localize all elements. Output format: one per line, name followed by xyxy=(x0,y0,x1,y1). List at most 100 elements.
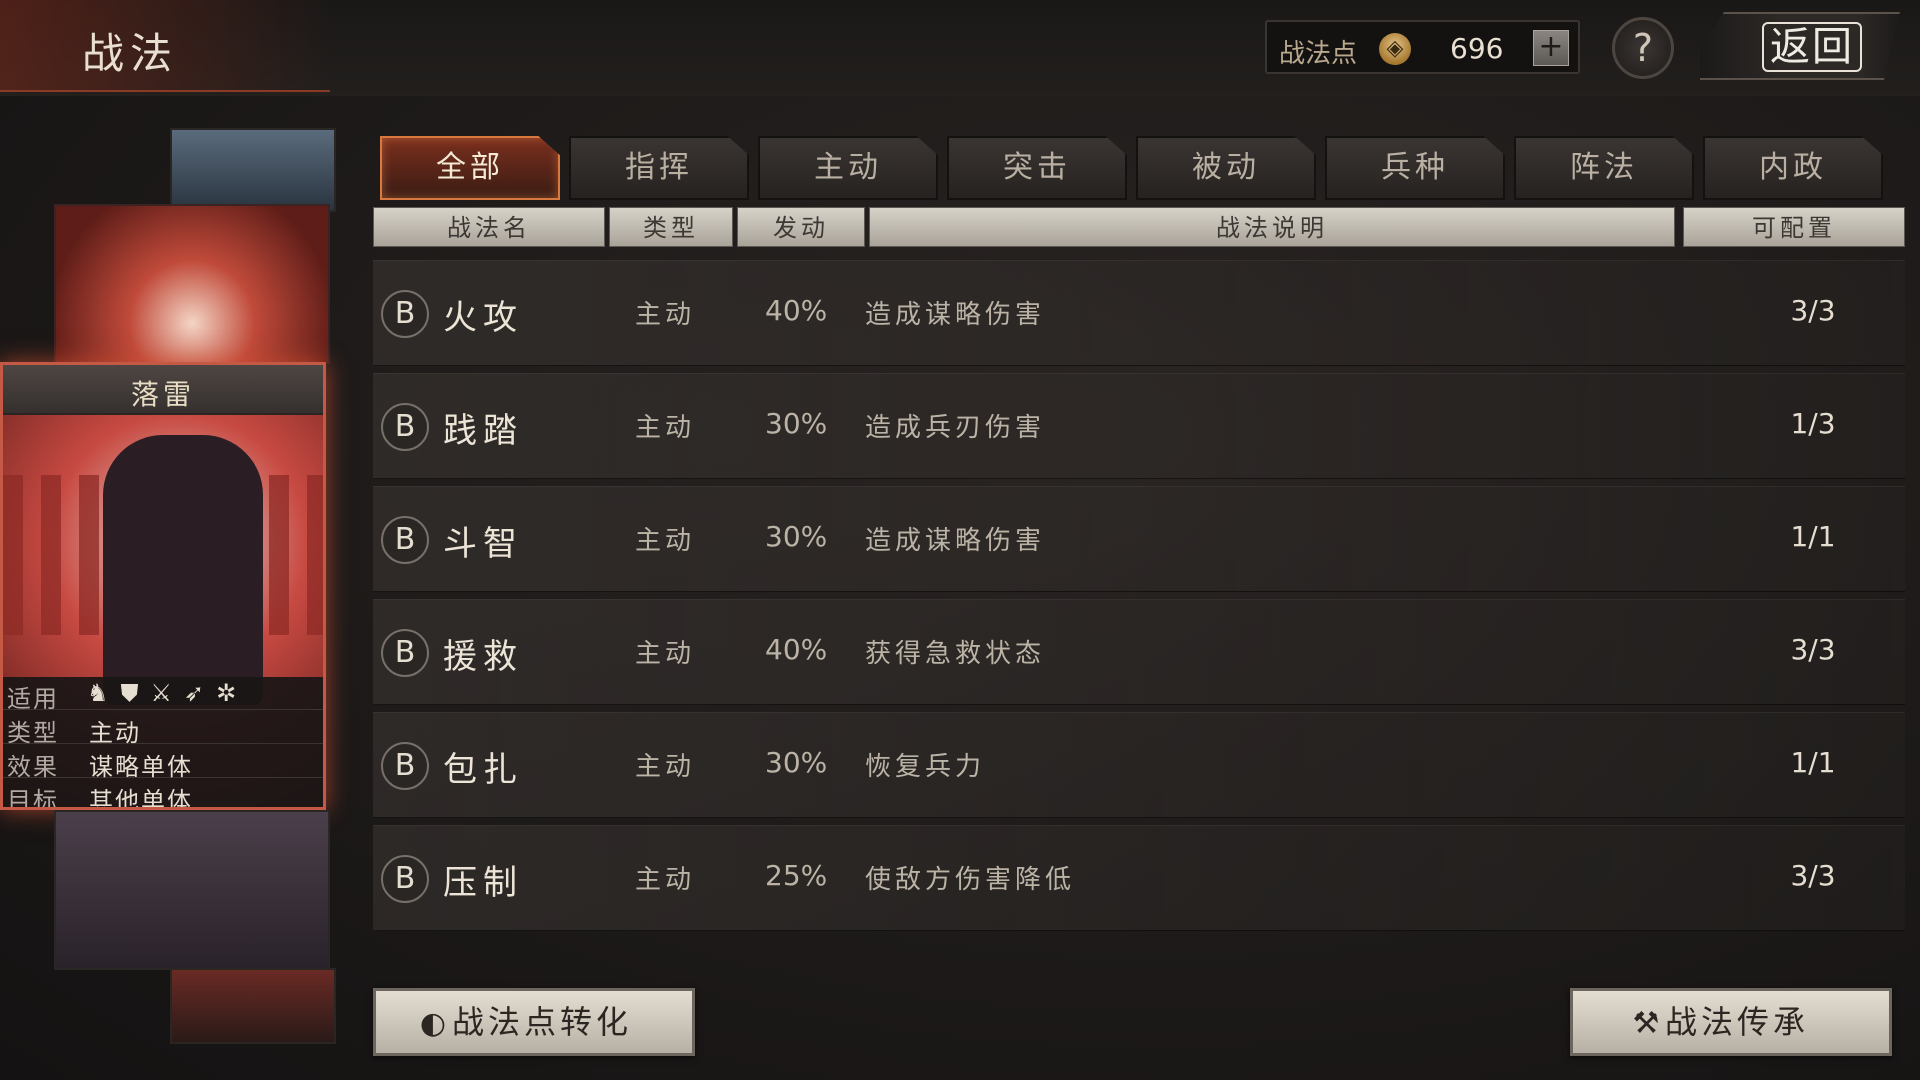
wheel-icon: ✲ xyxy=(216,679,249,707)
card-key: 效果 xyxy=(7,753,59,781)
tab-active[interactable]: 主动 xyxy=(758,136,938,200)
card-key: 适用 xyxy=(7,685,59,713)
grade-badge: B xyxy=(381,516,429,564)
tab-internal[interactable]: 内政 xyxy=(1703,136,1883,200)
category-tabs: 全部 指挥 主动 突击 被动 兵种 阵法 内政 xyxy=(380,136,1885,202)
convert-points-label: 战法点转化 xyxy=(452,1003,633,1041)
col-trigger[interactable]: 发动 xyxy=(737,207,865,247)
card-value: 谋略单体 xyxy=(89,753,193,781)
back-button[interactable]: 返回 xyxy=(1700,12,1900,80)
skill-rate: 30% xyxy=(765,520,828,553)
skill-description: 造成谋略伤害 xyxy=(865,526,1046,556)
card-info-panel: 适用 ♞⛊⚔➶✲ 类型 主动 效果 谋略单体 目标 其他单体 xyxy=(3,677,323,810)
convert-points-button[interactable]: ◐战法点转化 xyxy=(373,988,695,1056)
help-button[interactable]: ? xyxy=(1612,17,1674,79)
flame-coin-icon: ◐ xyxy=(419,1006,451,1041)
col-configurable[interactable]: 可配置 xyxy=(1683,207,1905,247)
tab-passive[interactable]: 被动 xyxy=(1136,136,1316,200)
skill-type: 主动 xyxy=(635,752,696,782)
card-key: 目标 xyxy=(7,787,59,810)
skill-name: 包扎 xyxy=(443,750,523,790)
col-skill-name[interactable]: 战法名 xyxy=(373,207,605,247)
shield-icon: ⛊ xyxy=(120,679,151,707)
skill-type: 主动 xyxy=(635,865,696,895)
skill-count: 1/3 xyxy=(1790,407,1836,440)
skill-count: 1/1 xyxy=(1790,520,1836,553)
skill-name: 斗智 xyxy=(443,524,523,564)
card-row-type: 类型 主动 xyxy=(3,711,323,747)
card-skill-name: 落雷 xyxy=(130,378,195,411)
skill-points-value: 696 xyxy=(1450,32,1504,65)
skill-count: 3/3 xyxy=(1790,294,1836,327)
col-description: 战法说明 xyxy=(869,207,1675,247)
skill-type: 主动 xyxy=(635,300,696,330)
skill-count: 1/1 xyxy=(1790,746,1836,779)
inherit-skill-label: 战法传承 xyxy=(1665,1003,1810,1041)
flame-coin-icon: ◈ xyxy=(1379,33,1411,65)
card-row-applicable: 适用 ♞⛊⚔➶✲ xyxy=(3,677,323,713)
grade-badge: B xyxy=(381,742,429,790)
skill-row[interactable]: B 火攻 主动 40% 造成谋略伤害 3/3 xyxy=(373,260,1905,366)
grade-badge: B xyxy=(381,629,429,677)
card-value: 主动 xyxy=(89,719,141,747)
skill-name: 火攻 xyxy=(443,298,523,338)
skill-rate: 40% xyxy=(765,633,828,666)
skill-type: 主动 xyxy=(635,526,696,556)
tab-command[interactable]: 指挥 xyxy=(569,136,749,200)
skill-card-prev-2[interactable] xyxy=(170,128,336,212)
back-label: 返回 xyxy=(1762,22,1862,72)
tab-formation[interactable]: 阵法 xyxy=(1514,136,1694,200)
column-header: 战法名 类型 发动 战法说明 可配置 xyxy=(373,207,1905,247)
tab-troop[interactable]: 兵种 xyxy=(1325,136,1505,200)
card-art-figure xyxy=(103,435,263,705)
skill-description: 恢复兵力 xyxy=(865,752,986,782)
top-bar: 战法 战法点 ◈ 696 + ? 返回 xyxy=(0,0,1920,96)
skill-points-box: 战法点 ◈ 696 + xyxy=(1265,20,1580,74)
skill-rate: 40% xyxy=(765,294,828,327)
add-points-button[interactable]: + xyxy=(1533,30,1569,66)
skill-rate: 30% xyxy=(765,407,828,440)
grade-badge: B xyxy=(381,403,429,451)
inherit-skill-button[interactable]: ⚒战法传承 xyxy=(1570,988,1892,1056)
grade-badge: B xyxy=(381,855,429,903)
title-plate: 战法 xyxy=(0,0,330,92)
skill-count: 3/3 xyxy=(1790,859,1836,892)
skill-card-next-2[interactable] xyxy=(170,968,336,1044)
skill-description: 造成谋略伤害 xyxy=(865,300,1046,330)
skill-row[interactable]: B 压制 主动 25% 使敌方伤害降低 3/3 xyxy=(373,825,1905,931)
skill-description: 获得急救状态 xyxy=(865,639,1046,669)
skill-row[interactable]: B 斗智 主动 30% 造成谋略伤害 1/1 xyxy=(373,486,1905,592)
skill-type: 主动 xyxy=(635,413,696,443)
skill-card-prev-1[interactable] xyxy=(54,204,330,364)
page-title: 战法 xyxy=(82,29,179,78)
col-type[interactable]: 类型 xyxy=(609,207,733,247)
skill-name: 压制 xyxy=(443,863,523,903)
skill-count: 3/3 xyxy=(1790,633,1836,666)
card-row-target: 目标 其他单体 xyxy=(3,779,323,810)
grade-badge: B xyxy=(381,290,429,338)
tab-assault[interactable]: 突击 xyxy=(947,136,1127,200)
troop-type-icons: ♞⛊⚔➶✲ xyxy=(87,679,248,707)
skill-row[interactable]: B 践踏 主动 30% 造成兵刃伤害 1/3 xyxy=(373,373,1905,479)
skill-row[interactable]: B 包扎 主动 30% 恢复兵力 1/1 xyxy=(373,712,1905,818)
skill-rate: 25% xyxy=(765,859,828,892)
skill-list: B 火攻 主动 40% 造成谋略伤害 3/3 B 践踏 主动 30% 造成兵刃伤… xyxy=(373,260,1905,960)
card-value: 其他单体 xyxy=(89,787,193,810)
card-name-bar: 落雷 xyxy=(3,365,323,415)
hammer-icon: ⚒ xyxy=(1632,1006,1664,1041)
card-row-effect: 效果 谋略单体 xyxy=(3,745,323,781)
skill-name: 践踏 xyxy=(443,411,523,451)
skill-card-selected: 落雷 适用 ♞⛊⚔➶✲ 类型 主动 效果 谋略单体 目标 其他单体 xyxy=(0,362,326,810)
skill-row[interactable]: B 援救 主动 40% 获得急救状态 3/3 xyxy=(373,599,1905,705)
tab-all[interactable]: 全部 xyxy=(380,136,560,200)
skill-name: 援救 xyxy=(443,637,523,677)
crossed-spears-icon: ⚔ xyxy=(150,679,185,707)
skill-description: 使敌方伤害降低 xyxy=(865,865,1076,895)
skill-description: 造成兵刃伤害 xyxy=(865,413,1046,443)
bow-icon: ➶ xyxy=(184,679,217,707)
card-key: 类型 xyxy=(7,719,59,747)
skill-card-next-1[interactable] xyxy=(54,810,330,970)
cavalry-icon: ♞ xyxy=(87,679,121,707)
skill-rate: 30% xyxy=(765,746,828,779)
skill-points-label: 战法点 xyxy=(1279,39,1358,69)
